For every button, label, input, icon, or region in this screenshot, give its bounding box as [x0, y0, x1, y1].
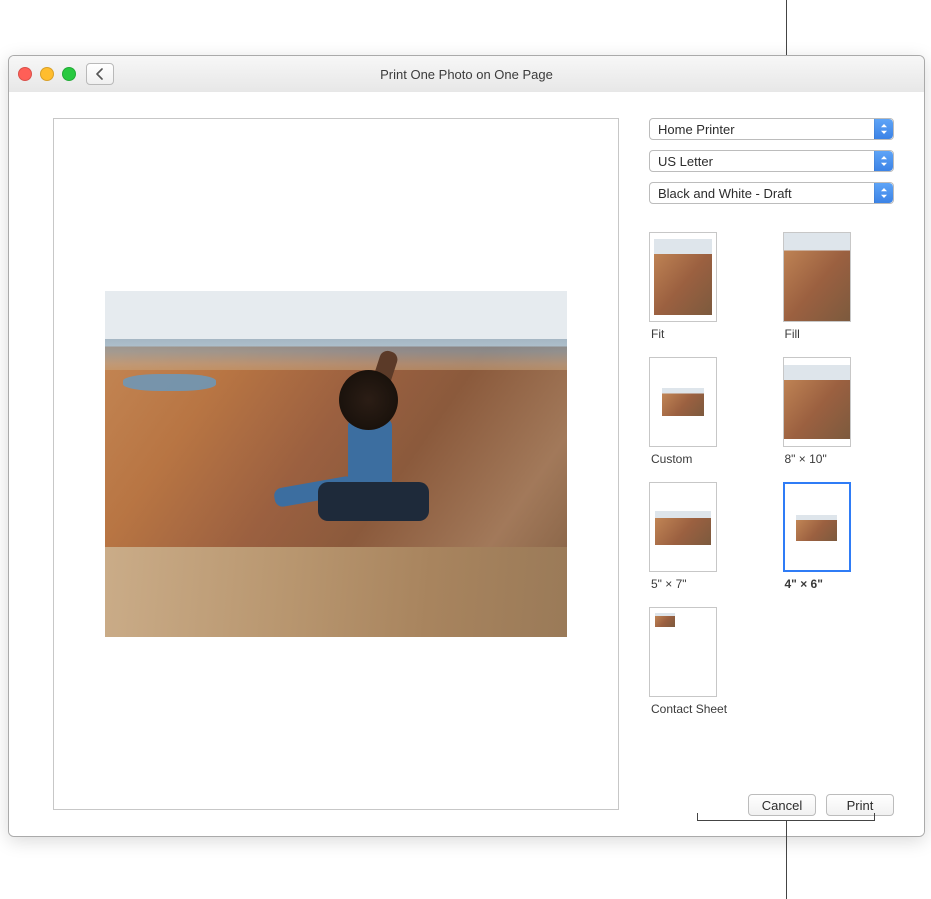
dialog-actions: Cancel Print — [649, 794, 894, 816]
preset-value: Black and White - Draft — [658, 186, 792, 201]
format-thumb — [649, 607, 717, 697]
format-fit[interactable]: Fit — [649, 232, 761, 341]
window-title: Print One Photo on One Page — [9, 67, 924, 82]
print-preview-area — [9, 92, 639, 836]
format-8x10[interactable]: 8" × 10" — [783, 357, 895, 466]
format-5x7[interactable]: 5" × 7" — [649, 482, 761, 591]
minimize-icon[interactable] — [40, 67, 54, 81]
format-thumb — [783, 232, 851, 322]
format-4x6[interactable]: 4" × 6" — [783, 482, 895, 591]
preset-select[interactable]: Black and White - Draft — [649, 182, 894, 204]
print-button[interactable]: Print — [826, 794, 894, 816]
format-custom[interactable]: Custom — [649, 357, 761, 466]
print-dialog-window: Print One Photo on One Page — [8, 55, 925, 837]
cancel-button-label: Cancel — [762, 798, 802, 813]
format-label: Contact Sheet — [649, 702, 727, 716]
updown-icon — [874, 183, 893, 203]
printer-select[interactable]: Home Printer — [649, 118, 894, 140]
zoom-icon[interactable] — [62, 67, 76, 81]
format-thumb — [783, 482, 851, 572]
callout-line — [786, 0, 787, 55]
callout-line — [874, 813, 875, 821]
format-label: 5" × 7" — [649, 577, 687, 591]
page-preview — [53, 118, 619, 810]
format-label: Custom — [649, 452, 692, 466]
close-icon[interactable] — [18, 67, 32, 81]
printer-select-value: Home Printer — [658, 122, 735, 137]
format-thumb — [649, 482, 717, 572]
print-options-panel: Home Printer US Letter Black and White -… — [639, 92, 924, 836]
format-thumb — [649, 357, 717, 447]
format-label: 4" × 6" — [783, 577, 823, 591]
updown-icon — [874, 119, 893, 139]
format-fill[interactable]: Fill — [783, 232, 895, 341]
paper-size-select[interactable]: US Letter — [649, 150, 894, 172]
back-button[interactable] — [86, 63, 114, 85]
format-thumb — [783, 357, 851, 447]
cancel-button[interactable]: Cancel — [748, 794, 816, 816]
callout-line — [786, 820, 787, 899]
format-label: Fill — [783, 327, 800, 341]
format-contact-sheet[interactable]: Contact Sheet — [649, 607, 894, 716]
paper-size-value: US Letter — [658, 154, 713, 169]
print-button-label: Print — [847, 798, 874, 813]
chevron-left-icon — [95, 68, 105, 80]
window-titlebar: Print One Photo on One Page — [9, 56, 924, 93]
updown-icon — [874, 151, 893, 171]
photo-preview — [105, 291, 567, 638]
format-grid: Fit Fill Custom 8" × 10" 5" × 7" — [649, 232, 894, 716]
callout-line — [697, 813, 698, 821]
format-label: 8" × 10" — [783, 452, 827, 466]
traffic-lights — [18, 67, 76, 81]
format-label: Fit — [649, 327, 664, 341]
format-thumb — [649, 232, 717, 322]
